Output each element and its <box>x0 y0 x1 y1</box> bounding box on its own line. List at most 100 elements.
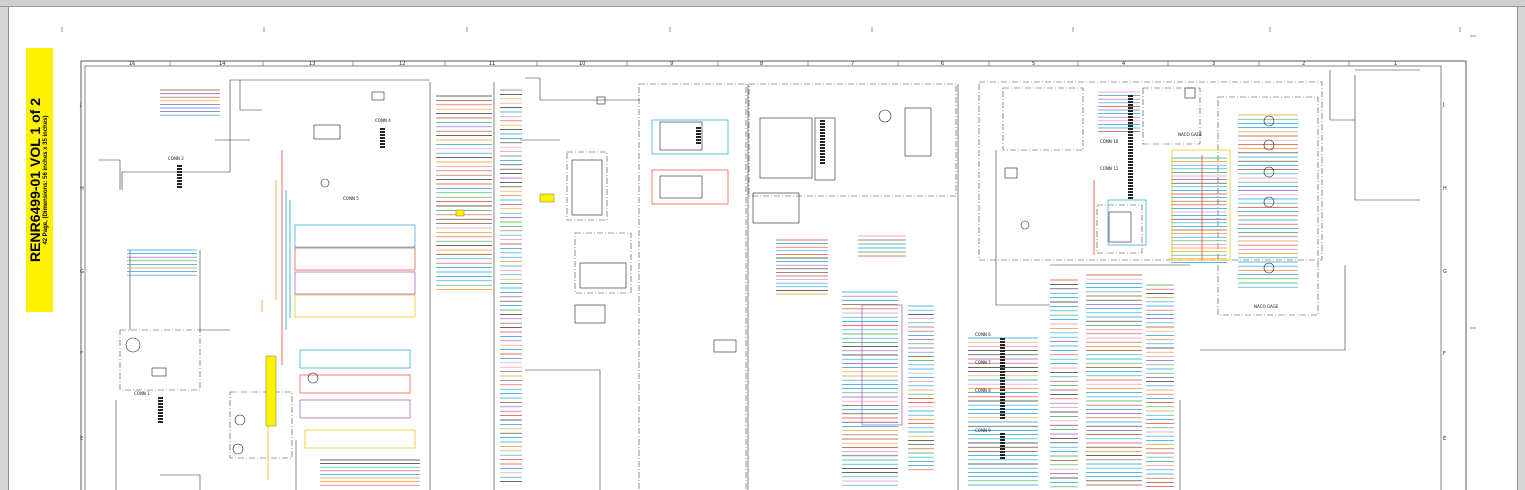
zone-col-label: 9 <box>670 61 673 67</box>
zone-col-label: 6 <box>941 61 944 67</box>
terminal-pin <box>696 130 701 132</box>
wire-bundles <box>127 89 1298 488</box>
terminal-pin <box>1128 188 1133 190</box>
terminal-pin <box>1000 417 1005 419</box>
wire-loop <box>294 294 416 318</box>
module-enclosures <box>119 81 1323 490</box>
zone-row-label: F <box>1443 351 1446 357</box>
terminal-pin <box>158 409 163 411</box>
terminal-pin <box>1000 454 1005 456</box>
terminal-pin <box>1000 436 1005 438</box>
zone-col-label: 1 <box>1394 61 1397 67</box>
terminal-pin <box>1000 399 1005 401</box>
terminal-pin <box>380 146 385 148</box>
terminal-pin <box>1000 433 1005 435</box>
terminal-pin <box>177 177 182 179</box>
zone-row-label: J <box>79 102 81 108</box>
terminal-pin <box>820 129 825 131</box>
enclosure-7 <box>748 83 957 197</box>
zone-col-label: 13 <box>309 61 315 67</box>
wire-loop <box>299 399 411 419</box>
terminal-pin <box>1128 134 1133 136</box>
terminal-pin <box>1000 371 1005 373</box>
terminal-pin <box>1000 350 1005 352</box>
conn-label: CONN 9 <box>975 428 991 433</box>
connector-block <box>539 193 555 203</box>
terminal-pin <box>1128 152 1133 154</box>
terminal-pin <box>1128 179 1133 181</box>
conn-label: CONN 7 <box>975 360 991 365</box>
terminal-pin <box>1128 146 1133 148</box>
terminal-pin <box>158 397 163 399</box>
terminal-pin <box>820 153 825 155</box>
terminal-pin <box>1128 113 1133 115</box>
document-title: RENR6499-01 VOL 1 of 2 <box>27 98 43 262</box>
wire-loop <box>861 304 903 426</box>
terminal-pin <box>1000 356 1005 358</box>
terminal-pin <box>1000 347 1005 349</box>
zone-col-label: 12 <box>399 61 405 67</box>
zone-col-label: 14 <box>219 61 225 67</box>
terminal-pin <box>158 406 163 408</box>
terminal-pin <box>1128 140 1133 142</box>
terminal-pin <box>1128 149 1133 151</box>
terminal-pin <box>177 171 182 173</box>
terminal-pin <box>1128 104 1133 106</box>
connector-block <box>455 209 465 217</box>
terminal-pin <box>380 137 385 139</box>
enclosure-9 <box>638 83 747 490</box>
conn-label: CONN 10 <box>1100 139 1119 144</box>
terminal-pin <box>158 418 163 420</box>
terminal-pin <box>158 403 163 405</box>
wire-loop <box>1107 199 1147 246</box>
wire-loop <box>299 374 411 394</box>
terminal-pin <box>1000 389 1005 391</box>
terminal-pin <box>1128 128 1133 130</box>
terminal-pin <box>158 412 163 414</box>
terminal-pin <box>1000 408 1005 410</box>
terminal-pin <box>1128 191 1133 193</box>
connector-block <box>265 355 277 427</box>
conn-label: CONN 6 <box>975 332 991 337</box>
gauge-symbol <box>878 109 892 123</box>
zone-col-label: 3 <box>1212 61 1215 67</box>
terminal-pin <box>380 134 385 136</box>
terminal-pin <box>1128 131 1133 133</box>
terminal-pin <box>1000 448 1005 450</box>
terminal-pin <box>1128 167 1133 169</box>
terminal-pin <box>1128 95 1133 97</box>
wiring-schematic: 16 14 13 12 11 10 9 8 7 6 5 4 3 2 1 J H … <box>61 27 1476 490</box>
terminal-pin <box>177 183 182 185</box>
enclosure-naco <box>1217 96 1319 316</box>
terminal-pin <box>696 139 701 141</box>
gage-table <box>579 262 627 289</box>
terminal-pin <box>1000 368 1005 370</box>
wire-loop <box>294 271 416 295</box>
wire-loop <box>294 224 416 248</box>
terminal-pin <box>380 143 385 145</box>
terminal-strips <box>158 95 1133 459</box>
terminal-pin <box>380 131 385 133</box>
terminal-pin <box>1000 353 1005 355</box>
terminal-pin <box>380 128 385 130</box>
terminal-pin <box>820 156 825 158</box>
terminal-pin <box>158 400 163 402</box>
zone-row-label: H <box>1443 186 1447 192</box>
zone-row-label: E <box>1443 436 1446 442</box>
terminal-pin <box>820 123 825 125</box>
zone-col-label: 16 <box>129 61 135 67</box>
terminal-pin <box>696 133 701 135</box>
terminal-pin <box>820 144 825 146</box>
zone-row-label: G <box>1443 269 1447 275</box>
terminal-pin <box>177 180 182 182</box>
wire-loop <box>299 349 411 369</box>
terminal-pin <box>1128 176 1133 178</box>
terminal-pin <box>1000 451 1005 453</box>
terminal-pin <box>820 162 825 164</box>
terminal-pin <box>1128 161 1133 163</box>
terminal-pin <box>158 415 163 417</box>
terminal-pin <box>820 147 825 149</box>
terminal-pin <box>1128 122 1133 124</box>
zone-row-label: F <box>80 351 83 357</box>
conn-label: CONN 2 <box>168 156 184 161</box>
